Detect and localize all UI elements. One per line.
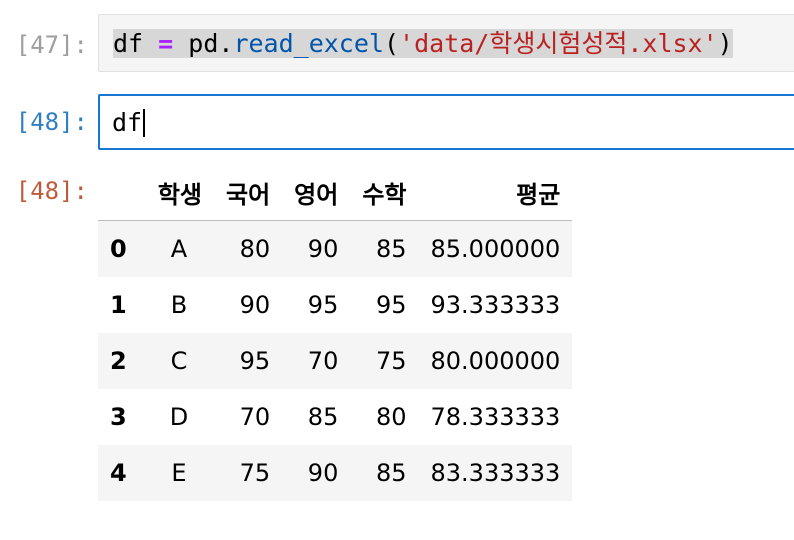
column-header-index [98,164,144,221]
row-index: 2 [110,347,127,375]
dataframe-table: 학생 국어 영어 수학 평균 0 A 80 90 85 85.000000 1 … [98,164,573,501]
code-text: df [112,108,143,137]
code-token-operator: = [158,29,174,58]
cell-korean: 75 [239,459,271,487]
cell-korean: 80 [239,235,271,263]
cell-average: 83.333333 [430,459,561,487]
cell-student: B [170,291,188,319]
table-row: 0 A 80 90 85 85.000000 [98,220,573,277]
cell-english: 90 [307,235,339,263]
cell-student: C [170,347,188,375]
cell-korean: 70 [239,403,271,431]
cell-math: 95 [375,291,407,319]
row-index: 0 [110,235,127,263]
row-index: 3 [110,403,127,431]
code-token-object: pd. [188,29,234,58]
row-index: 1 [110,291,127,319]
cell-english: 90 [307,459,339,487]
cell-average: 85.000000 [430,235,561,263]
cell-average: 80.000000 [430,347,561,375]
code-token-var: df [113,29,144,58]
cell-korean: 90 [239,291,271,319]
table-row: 1 B 90 95 95 93.333333 [98,277,573,333]
cell-english: 70 [307,347,339,375]
cell-math: 75 [375,347,407,375]
cell-student: E [171,459,187,487]
cell-math: 85 [375,235,407,263]
code-editor-47[interactable]: df = pd.read_excel('data/학생시험성적.xlsx') [113,29,733,59]
code-cell-47[interactable]: df = pd.read_excel('data/학생시험성적.xlsx') [98,14,794,72]
cell-english: 85 [307,403,339,431]
code-editor-48[interactable]: df [112,108,146,138]
code-token-paren-close: ) [717,29,733,58]
column-header-student: 학생 [144,164,214,221]
cell-student: D [169,403,189,431]
input-prompt-47: [47]: [15,31,88,59]
column-header-english: 영어 [282,164,351,221]
cell-math: 80 [375,403,407,431]
cell-math: 85 [375,459,407,487]
row-index: 4 [110,459,127,487]
text-cursor [143,109,146,137]
cell-english: 95 [307,291,339,319]
code-cell-48[interactable]: df [98,94,794,150]
code-token-string: 'data/학생시험성적.xlsx' [399,29,718,58]
table-row: 2 C 95 70 75 80.000000 [98,333,573,389]
cell-korean: 95 [239,347,271,375]
table-row: 4 E 75 90 85 83.333333 [98,445,573,501]
code-line: df = pd.read_excel('data/학생시험성적.xlsx') [113,29,733,58]
table-header-row: 학생 국어 영어 수학 평균 [98,164,573,221]
column-header-korean: 국어 [214,164,283,221]
cell-average: 78.333333 [430,403,561,431]
output-prompt-48: [48]: [15,177,88,205]
cell-average: 93.333333 [430,291,561,319]
input-prompt-48: [48]: [15,108,88,136]
cell-student: A [170,235,188,263]
table-row: 3 D 70 85 80 78.333333 [98,389,573,445]
column-header-average: 평균 [418,164,573,221]
code-token-function: read_excel [233,29,384,58]
column-header-math: 수학 [350,164,419,221]
code-token-paren-open: ( [383,29,400,58]
